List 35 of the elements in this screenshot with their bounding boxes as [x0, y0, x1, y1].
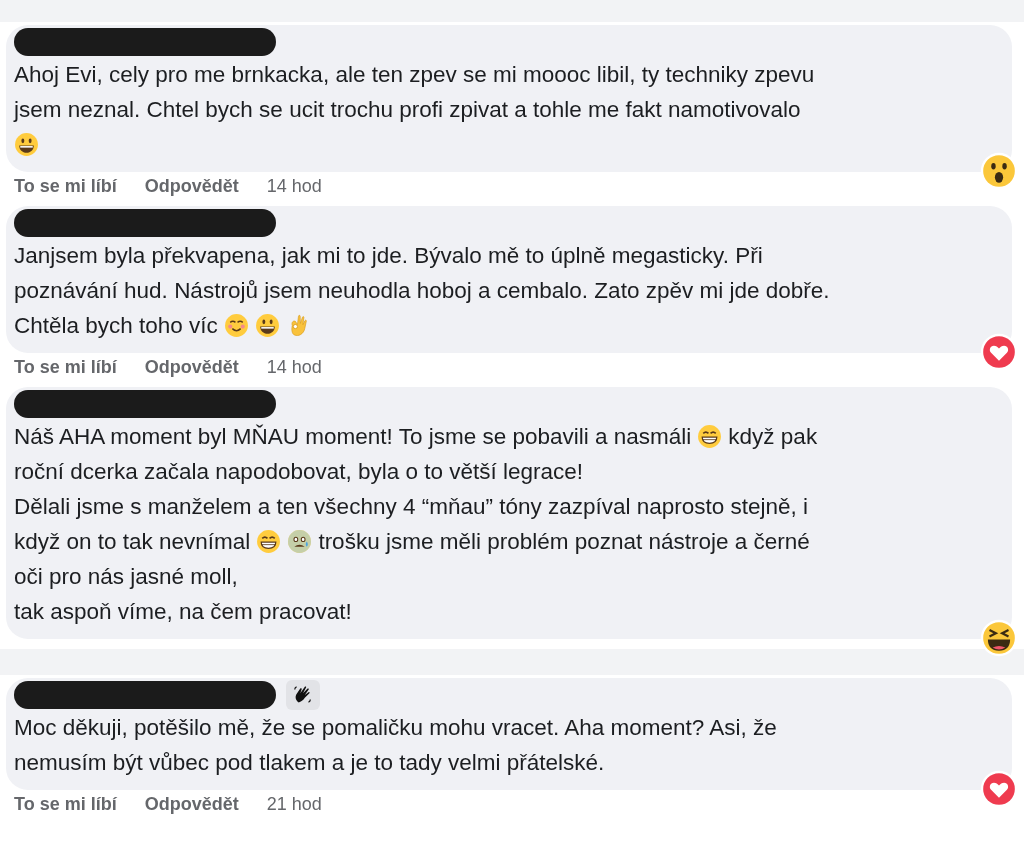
emoji-icon: [254, 313, 280, 338]
comment-text: jsem neznal. Chtel bych se ucit trochu profi zpivat a tohle me fakt namotivovalo: [14, 96, 801, 124]
emoji-reaction-icon: [980, 619, 1018, 657]
like-link[interactable]: To se mi líbí: [14, 357, 117, 378]
comment-time: 21 hod: [266, 794, 322, 815]
comment-text: poznávání hud. Nástrojů jsem neuhodla hoboj a cembalo. Zato zpěv mi jde dobře.: [14, 277, 830, 305]
comment-text: roční dcerka začala napodobovat, byla o to větší legrace!: [14, 458, 584, 486]
comment-text: Náš AHA moment byl MŇAU moment! To jsme se pobavili a nasmáli: [14, 423, 692, 451]
emoji-icon: [256, 529, 282, 554]
comment-time: 14 hod: [266, 176, 322, 197]
reply-link[interactable]: Odpovědět: [144, 357, 239, 378]
comment-time: 14 hod: [266, 357, 322, 378]
emoji-reaction-icon: [980, 152, 1018, 190]
comment-text: trošku jsme měli problém poznat nástroje a černé: [318, 528, 810, 556]
comment-text: Janjsem byla překvapena, jak mi to jde. Bývalo mě to úplně megasticky. Při: [14, 242, 763, 270]
comment-text: oči pro nás jasné moll,: [14, 563, 238, 591]
like-link[interactable]: To se mi líbí: [14, 176, 117, 197]
comment-text: tak aspoň víme, na čem pracovat!: [14, 598, 352, 626]
comment-text: Chtěla bych toho víc: [14, 312, 218, 340]
emoji-icon: [14, 132, 39, 157]
comment-text: když pak: [728, 423, 818, 451]
reply-link[interactable]: Odpovědět: [144, 794, 239, 815]
comment-text: Ahoj Evi, cely pro me brnkacka, ale ten zpev se mi moooc libil, ty techniky zpevu: [14, 61, 815, 89]
comment-text: Moc děkuji, potěšilo mě, že se pomaličku mohu vracet. Aha moment? Asi, že: [14, 714, 777, 742]
heart-reaction-icon: [980, 333, 1018, 371]
emoji-icon: [223, 313, 249, 338]
comment-text: nemusím být vůbec pod tlakem a je to tady velmi přátelské.: [14, 749, 605, 777]
waving-hand-icon: [286, 680, 320, 710]
comment-text: když on to tak nevnímal: [14, 528, 251, 556]
heart-reaction-icon: [980, 770, 1018, 808]
comment-text: Dělali jsme s manželem a ten všechny 4 “mňau” tóny zazpíval naprosto stejně, i: [14, 493, 809, 521]
emoji-icon: [287, 529, 313, 554]
like-link[interactable]: To se mi líbí: [14, 794, 117, 815]
reply-link[interactable]: Odpovědět: [144, 176, 239, 197]
emoji-icon: [697, 424, 723, 449]
